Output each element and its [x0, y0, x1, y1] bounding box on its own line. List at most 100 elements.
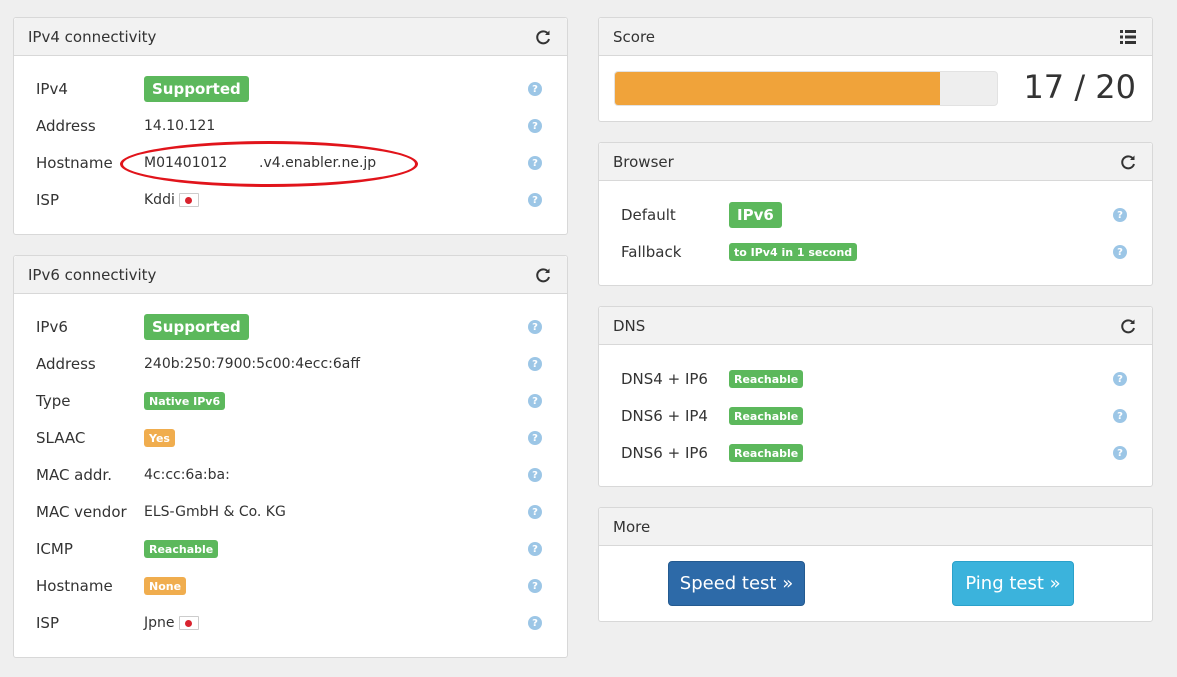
ipv4-address-link[interactable]: 14.10.121: [144, 118, 215, 134]
ipv6-panel-title: IPv6 connectivity: [28, 265, 157, 284]
refresh-icon[interactable]: [533, 27, 553, 47]
score-panel: Score 17 / 20: [598, 17, 1153, 122]
dns-panel-title: DNS: [613, 316, 646, 335]
more-panel-header: More: [599, 508, 1152, 546]
row-label: Fallback: [621, 243, 682, 261]
ipv6-row-hostname: Hostname None ?: [14, 574, 567, 598]
browser-panel-header: Browser: [599, 143, 1152, 181]
browser-panel: Browser Default IPv6 ? Fallback to IPv4 …: [598, 142, 1153, 286]
help-icon[interactable]: ?: [528, 320, 542, 334]
help-icon[interactable]: ?: [1113, 245, 1127, 259]
score-value: 17 / 20: [1023, 68, 1136, 106]
status-badge: Native IPv6: [144, 392, 226, 410]
isp-name: Kddi: [144, 192, 175, 208]
ipv6-row-isp: ISP Jpne ?: [14, 611, 567, 635]
dns-row-dns6-ip4: DNS6 + IP4 Reachable ?: [599, 404, 1152, 428]
dns-panel-header: DNS: [599, 307, 1152, 345]
row-label: Address: [36, 117, 96, 135]
dns-panel: DNS DNS4 + IP6 Reachable ? DNS6 + IP4 Re…: [598, 306, 1153, 487]
dns-row-dns4-ip6: DNS4 + IP6 Reachable ?: [599, 367, 1152, 391]
score-panel-title: Score: [613, 27, 656, 46]
ipv4-row-address: Address 14.10.121 ?: [14, 114, 567, 138]
browser-row-default: Default IPv6 ?: [599, 202, 1152, 228]
dns-row-dns6-ip6: DNS6 + IP6 Reachable ?: [599, 441, 1152, 465]
status-badge: None: [144, 577, 187, 595]
help-icon[interactable]: ?: [528, 394, 542, 408]
help-icon[interactable]: ?: [528, 505, 542, 519]
status-badge: Reachable: [729, 407, 804, 425]
mac-address-value: 4c:cc:6a:ba:: [144, 467, 230, 483]
ipv4-row-ipv4: IPv4 Supported ?: [14, 76, 567, 102]
help-icon[interactable]: ?: [528, 82, 542, 96]
status-badge: Yes: [144, 429, 175, 447]
ipv6-row-mac-vendor: MAC vendor ELS-GmbH & Co. KG ?: [14, 500, 567, 524]
ipv6-row-address: Address 240b:250:7900:5c00:4ecc:6aff ?: [14, 352, 567, 376]
ipv6-row-mac-addr: MAC addr. 4c:cc:6a:ba: ?: [14, 463, 567, 487]
hostname-suffix: .v4.enabler.ne.jp: [259, 155, 377, 171]
help-icon[interactable]: ?: [528, 542, 542, 556]
more-panel: More Speed test » Ping test »: [598, 507, 1153, 622]
row-label: ISP: [36, 614, 59, 632]
list-icon[interactable]: [1118, 27, 1138, 47]
help-icon[interactable]: ?: [528, 357, 542, 371]
row-label: Address: [36, 355, 96, 373]
ipv4-row-isp: ISP Kddi ?: [14, 188, 567, 212]
japan-flag-icon: [178, 193, 199, 207]
help-icon[interactable]: ?: [528, 431, 542, 445]
ping-test-button[interactable]: Ping test »: [952, 561, 1074, 606]
isp-name: Jpne: [144, 615, 175, 631]
score-progress-fill: [615, 72, 940, 105]
ipv4-row-hostname: Hostname M01401012 .v4.enabler.ne.jp ?: [14, 151, 567, 175]
more-panel-title: More: [613, 517, 651, 536]
row-label: Hostname: [36, 577, 113, 595]
row-label: MAC vendor: [36, 503, 127, 521]
status-badge: IPv6: [729, 202, 782, 228]
row-label: ISP: [36, 191, 59, 209]
help-icon[interactable]: ?: [1113, 208, 1127, 222]
ipv6-row-type: Type Native IPv6 ?: [14, 389, 567, 413]
help-icon[interactable]: ?: [1113, 372, 1127, 386]
help-icon[interactable]: ?: [528, 579, 542, 593]
help-icon[interactable]: ?: [1113, 446, 1127, 460]
help-icon[interactable]: ?: [1113, 409, 1127, 423]
row-label: IPv4: [36, 80, 68, 98]
row-label: ICMP: [36, 540, 73, 558]
row-label: SLAAC: [36, 429, 86, 447]
mac-vendor-value: ELS-GmbH & Co. KG: [144, 504, 286, 520]
help-icon[interactable]: ?: [528, 156, 542, 170]
status-badge: Reachable: [729, 370, 804, 388]
ipv4-panel: IPv4 connectivity IPv4 Supported ? Addre…: [13, 17, 568, 235]
help-icon[interactable]: ?: [528, 193, 542, 207]
ipv4-panel-title: IPv4 connectivity: [28, 27, 157, 46]
hostname-prefix: M01401012: [144, 155, 228, 171]
help-icon[interactable]: ?: [528, 468, 542, 482]
row-label: MAC addr.: [36, 466, 112, 484]
help-icon[interactable]: ?: [528, 616, 542, 630]
refresh-icon[interactable]: [1118, 152, 1138, 172]
browser-row-fallback: Fallback to IPv4 in 1 second ?: [599, 240, 1152, 264]
refresh-icon[interactable]: [533, 265, 553, 285]
status-badge: to IPv4 in 1 second: [729, 243, 858, 261]
japan-flag-icon: [178, 616, 199, 630]
row-label: IPv6: [36, 318, 68, 336]
score-panel-header: Score: [599, 18, 1152, 56]
row-label: DNS4 + IP6: [621, 370, 708, 388]
status-badge: Reachable: [144, 540, 219, 558]
ipv6-panel-header: IPv6 connectivity: [14, 256, 567, 294]
ipv6-row-icmp: ICMP Reachable ?: [14, 537, 567, 561]
refresh-icon[interactable]: [1118, 316, 1138, 336]
ipv6-row-slaac: SLAAC Yes ?: [14, 426, 567, 450]
browser-panel-title: Browser: [613, 152, 674, 171]
row-label: Hostname: [36, 154, 113, 172]
row-label: DNS6 + IP6: [621, 444, 708, 462]
help-icon[interactable]: ?: [528, 119, 542, 133]
status-badge: Supported: [144, 314, 249, 340]
status-badge: Supported: [144, 76, 249, 102]
ipv6-row-ipv6: IPv6 Supported ?: [14, 314, 567, 340]
row-label: DNS6 + IP4: [621, 407, 708, 425]
ipv6-panel: IPv6 connectivity IPv6 Supported ? Addre…: [13, 255, 568, 658]
speed-test-button[interactable]: Speed test »: [668, 561, 805, 606]
ipv4-panel-header: IPv4 connectivity: [14, 18, 567, 56]
ipv6-address-link[interactable]: 240b:250:7900:5c00:4ecc:6aff: [144, 356, 360, 372]
row-label: Default: [621, 206, 676, 224]
